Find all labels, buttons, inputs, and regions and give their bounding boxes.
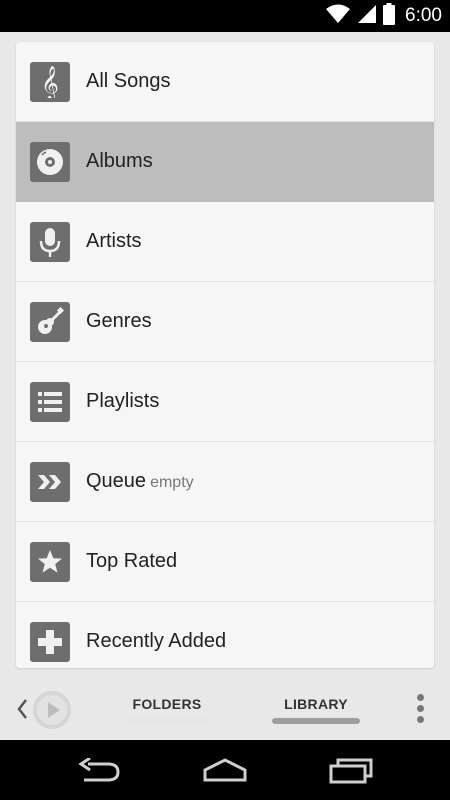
tab-folders[interactable]: FOLDERS <box>112 696 222 712</box>
menu-item-label: Queue empty <box>86 470 194 493</box>
menu-item-genres[interactable]: Genres <box>16 282 434 362</box>
navigation-bar <box>0 740 450 800</box>
status-icons: 6:00 <box>325 2 442 30</box>
bottom-bar: FOLDERS LIBRARY <box>0 680 450 740</box>
recents-icon[interactable] <box>328 758 374 789</box>
menu-item-recently-added[interactable]: Recently Added <box>16 602 434 668</box>
home-icon[interactable] <box>202 758 248 789</box>
tab-label: LIBRARY <box>284 696 348 712</box>
menu-item-label: Recently Added <box>86 630 226 653</box>
library-menu: 𝄞 All Songs Albums Artists Genres Playli… <box>16 42 434 668</box>
play-icon <box>34 692 70 728</box>
menu-item-title: Genres <box>86 310 152 332</box>
menu-item-title: Top Rated <box>86 550 178 572</box>
battery-icon <box>383 2 396 30</box>
menu-item-albums[interactable]: Albums <box>16 122 434 202</box>
menu-item-title: Artists <box>86 230 142 252</box>
disc-icon <box>30 142 70 182</box>
menu-item-title: Albums <box>86 150 153 172</box>
menu-item-label: Genres <box>86 310 152 333</box>
menu-item-label: Artists <box>86 230 142 253</box>
menu-item-title: Queue <box>86 470 147 492</box>
back-icon[interactable] <box>78 756 122 789</box>
tab-library-indicator <box>272 718 360 724</box>
signal-icon <box>357 4 377 29</box>
star-icon <box>30 542 70 582</box>
menu-item-label: All Songs <box>86 70 171 93</box>
menu-item-title: Playlists <box>86 390 160 412</box>
overflow-menu-icon[interactable] <box>412 694 428 728</box>
status-clock: 6:00 <box>405 5 442 26</box>
tab-folders-indicator <box>124 718 212 724</box>
queue-status: empty <box>150 474 194 491</box>
list-icon <box>30 382 70 422</box>
microphone-icon <box>30 222 70 262</box>
treble-clef-icon: 𝄞 <box>30 62 70 102</box>
play-button[interactable] <box>33 691 71 729</box>
tab-library[interactable]: LIBRARY <box>261 696 371 712</box>
menu-item-all-songs[interactable]: 𝄞 All Songs <box>16 42 434 122</box>
plus-icon <box>30 622 70 662</box>
menu-item-label: Top Rated <box>86 550 177 573</box>
guitar-icon <box>30 302 70 342</box>
menu-item-label: Albums <box>86 150 153 173</box>
menu-item-queue[interactable]: Queue empty <box>16 442 434 522</box>
music-library-screen: 𝄞 All Songs Albums Artists Genres Playli… <box>0 32 450 740</box>
menu-item-artists[interactable]: Artists <box>16 202 434 282</box>
chevron-left-icon[interactable] <box>16 698 28 725</box>
svg-text:𝄞: 𝄞 <box>41 66 59 98</box>
status-bar: 6:00 <box>0 0 450 32</box>
menu-item-title: Recently Added <box>86 630 227 652</box>
queue-icon <box>30 462 70 502</box>
menu-item-playlists[interactable]: Playlists <box>16 362 434 442</box>
menu-item-label: Playlists <box>86 390 159 413</box>
tab-label: FOLDERS <box>132 696 202 712</box>
wifi-icon <box>325 4 351 29</box>
menu-item-top-rated[interactable]: Top Rated <box>16 522 434 602</box>
menu-item-title: All Songs <box>86 70 171 92</box>
